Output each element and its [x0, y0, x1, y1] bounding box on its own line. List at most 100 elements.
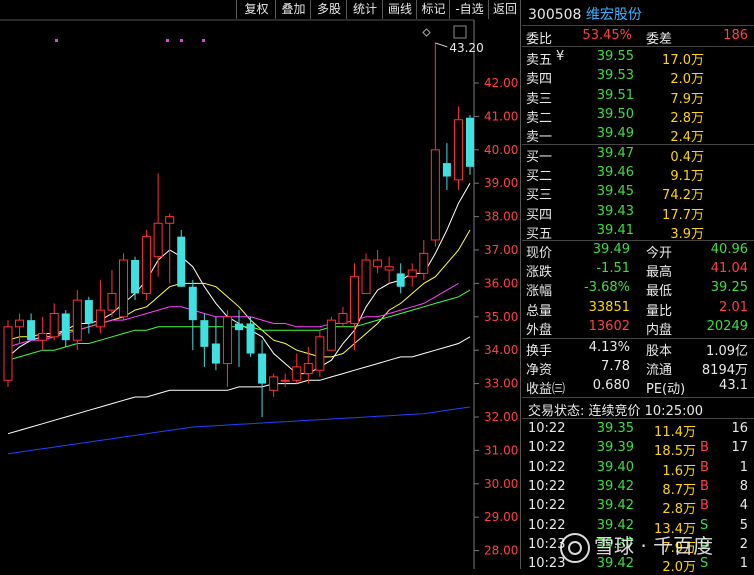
sell-price: 39.49: [596, 126, 634, 142]
stat-label: 量比: [646, 303, 673, 319]
buy-volume: 74.2万: [662, 188, 704, 204]
price-tick-label: 40.00: [484, 143, 518, 157]
panel-divider: [520, 0, 521, 569]
toolbar-button-4[interactable]: 画线: [382, 0, 417, 19]
candle-body: [131, 260, 140, 294]
candle-body: [235, 323, 243, 331]
stat-label: 涨幅: [526, 284, 553, 300]
tick-count: 17: [731, 440, 748, 456]
candle-body: [246, 323, 255, 354]
sell-volume: 7.9万: [670, 91, 704, 107]
stat-value: 40.96: [710, 242, 748, 257]
tick-count: 5: [739, 517, 748, 533]
price-tick-label: 35.00: [484, 310, 518, 324]
stat-value: 33851: [588, 299, 630, 315]
tick-time: 10:22: [528, 478, 566, 494]
fund-value: 7.78: [601, 359, 630, 374]
price-tick-label: 42.00: [484, 76, 518, 90]
webi-value: 53.45%: [582, 28, 632, 43]
tick-price: 39.39: [596, 440, 634, 456]
event-marker: [166, 39, 169, 42]
sell-price: 39.51: [596, 87, 634, 103]
candle-body: [153, 222, 163, 258]
tick-count: 4: [739, 498, 748, 514]
tick-side: B: [700, 478, 709, 494]
webi-label: 委比: [526, 32, 553, 47]
buy-volume: 0.4万: [670, 150, 704, 165]
candle-body: [165, 216, 175, 224]
candle: [119, 253, 128, 321]
candle-body: [430, 149, 440, 241]
kline-chart[interactable]: 42.00 41.00 40.00 39.00 38.00 37.00 36.00 35.00…: [0, 0, 520, 569]
fund-label: 换手: [526, 344, 553, 359]
candle-body: [258, 353, 267, 384]
fund-label: 收益㈢: [526, 382, 566, 397]
toolbar: 复权 叠加 多股 统计 画线 标记 -自选 返回: [0, 0, 520, 20]
sell-volume: 2.0万: [670, 72, 704, 88]
candle-body: [3, 326, 13, 381]
sell-level-label: 卖一: [526, 130, 553, 146]
candle-body: [95, 309, 105, 328]
candle-body: [373, 259, 383, 268]
stat-label: 现价: [526, 246, 553, 261]
fund-value: 0.680: [592, 378, 630, 393]
buy-level-label: 买四: [526, 207, 553, 223]
tick-volume: 2.8万: [662, 502, 696, 518]
yen-icon: ¥: [556, 49, 565, 64]
price-tick-label: 28.00: [484, 544, 518, 558]
tick-time: 10:22: [528, 459, 566, 475]
toolbar-button-0[interactable]: 复权: [236, 0, 276, 19]
candle-body: [350, 276, 359, 324]
price-tick-label: 37.00: [484, 243, 518, 257]
toolbar-button-5[interactable]: 标记: [416, 0, 450, 19]
buy-level-label: 买二: [526, 169, 553, 185]
candle-body: [177, 236, 186, 287]
fund-value: 8194万: [701, 363, 748, 378]
tick-volume: 8.7万: [662, 482, 696, 498]
stat-label: 总量: [526, 303, 553, 319]
stock-code: 300508 维宏股份: [528, 7, 642, 23]
sell-volume: 2.4万: [670, 130, 704, 146]
stat-value: 39.25: [710, 280, 748, 296]
sell-volume: 2.8万: [670, 110, 704, 126]
sell-price: 39.50: [596, 106, 634, 122]
price-tick-label: 31.00: [484, 443, 518, 457]
stat-value: 39.49: [592, 242, 630, 257]
tick-volume: 1.6万: [662, 463, 696, 479]
stat-value: 13602: [588, 318, 630, 334]
candle-body: [49, 312, 59, 338]
toolbar-button-6[interactable]: -自选: [449, 0, 489, 19]
candle-body: [107, 292, 117, 311]
candle-body: [453, 119, 463, 181]
tick-time: 10:22: [528, 421, 566, 436]
toolbar-button-1[interactable]: 叠加: [275, 0, 311, 19]
stat-label: 最低: [646, 284, 673, 300]
stat-value: 41.04: [710, 261, 748, 277]
stat-label: 最高: [646, 265, 673, 281]
candle-body: [407, 269, 417, 278]
price-tick-label: 33.00: [484, 377, 518, 391]
price-tick-label: 36.00: [484, 276, 518, 290]
toolbar-button-7[interactable]: 返回: [488, 0, 521, 19]
high-price-label: 43.20: [449, 41, 483, 55]
price-tick-label: 32.00: [484, 410, 518, 424]
stat-value: 20249: [706, 318, 748, 334]
candle-body: [84, 300, 93, 324]
stat-label: 涨跌: [526, 265, 553, 281]
buy-level-label: 买三: [526, 188, 553, 204]
candle-body: [315, 336, 325, 371]
quote-panel: 300508 维宏股份 委比 53.45% 委差 186 卖五 ¥39.55 17.…: [522, 0, 754, 575]
candle-body: [466, 117, 474, 167]
candle-body: [396, 273, 405, 287]
candle: [326, 316, 336, 351]
buy-volume: 9.1万: [670, 169, 704, 185]
buy-price: 39.43: [596, 203, 634, 219]
buy-price: 39.46: [596, 165, 634, 181]
candle-body: [326, 319, 336, 351]
tick-time: 10:22: [528, 498, 566, 514]
toolbar-button-3[interactable]: 统计: [346, 0, 383, 19]
candle-body: [142, 236, 152, 294]
toolbar-button-2[interactable]: 多股: [310, 0, 347, 19]
sell-level-label: 卖四: [526, 72, 553, 88]
sell-level-label: 卖五: [526, 53, 553, 68]
